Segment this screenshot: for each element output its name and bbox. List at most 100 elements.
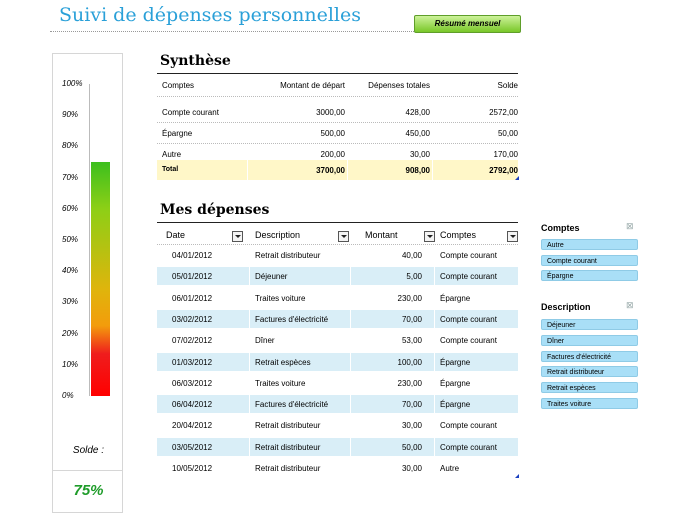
column-separator	[434, 395, 435, 414]
filter-dropdown-button[interactable]	[338, 231, 349, 242]
expense-cell: 30,00	[401, 464, 422, 473]
clear-filter-icon[interactable]: ⊠	[626, 300, 634, 311]
gauge-track	[91, 84, 110, 396]
comptes-slicer-title: Comptes	[541, 223, 580, 233]
monthly-summary-button[interactable]: Résumé mensuel	[414, 15, 521, 33]
summary-cell: 500,00	[320, 129, 345, 138]
expense-cell: Dîner	[255, 336, 275, 346]
column-separator	[249, 309, 250, 328]
summary-total-cell: 908,00	[405, 166, 430, 175]
filter-dropdown-button[interactable]	[232, 231, 243, 242]
filter-dropdown-button[interactable]	[424, 231, 435, 242]
summary-cell: 2572,00	[489, 108, 518, 117]
expense-cell: 30,00	[401, 421, 422, 431]
expense-cell: 70,00	[401, 314, 422, 324]
expense-cell: 70,00	[401, 400, 422, 410]
summary-cell: 50,00	[497, 129, 518, 138]
table-resize-handle[interactable]	[515, 176, 519, 180]
expense-cell: 230,00	[397, 293, 422, 303]
expenses-column-header: Montant	[365, 230, 398, 240]
expense-cell: 06/04/2012	[172, 400, 213, 410]
slicer-item-description[interactable]: Retrait distributeur	[541, 366, 638, 378]
slicer-item-compte[interactable]: Autre	[541, 239, 638, 250]
table-resize-handle[interactable]	[515, 474, 519, 478]
expenses-title: Mes dépenses	[160, 202, 270, 218]
expenses-title-rule	[157, 222, 518, 223]
expense-cell: 10/05/2012	[172, 464, 213, 473]
expense-cell: 53,00	[401, 336, 422, 346]
expense-cell: Retrait distributeur	[255, 251, 321, 260]
summary-total-cell: 2792,00	[489, 166, 518, 175]
gauge-tick-label: 10%	[62, 359, 79, 369]
gauge-tick-label: 100%	[62, 79, 83, 88]
summary-title: Synthèse	[160, 53, 231, 69]
header-divider	[157, 96, 518, 97]
balance-percent: 75%	[73, 482, 104, 499]
column-separator	[350, 352, 351, 371]
clear-filter-icon[interactable]: ⊠	[626, 221, 634, 232]
gauge-tick-label: 30%	[62, 297, 79, 307]
column-separator	[347, 160, 348, 180]
slicer-item-description[interactable]: Déjeuner	[541, 319, 638, 330]
expense-cell: 05/01/2012	[172, 272, 213, 282]
filter-dropdown-button[interactable]	[507, 231, 518, 242]
expense-cell: Compte courant	[440, 442, 497, 452]
expense-cell: Épargne	[440, 400, 471, 410]
expense-cell: 04/01/2012	[172, 251, 213, 260]
gauge-axis	[89, 84, 90, 396]
column-separator	[249, 352, 250, 371]
page-title: Suivi de dépenses personnelles	[59, 4, 362, 26]
expense-cell: 50,00	[401, 442, 422, 452]
column-separator	[434, 267, 435, 286]
balance-label: Solde :	[72, 445, 105, 456]
expense-cell: 07/02/2012	[172, 336, 213, 346]
header-divider	[157, 244, 518, 245]
column-separator	[350, 437, 351, 456]
slicer-item-description[interactable]: Traites voiture	[541, 398, 638, 409]
summary-cell: 428,00	[405, 108, 430, 117]
gauge-fill-bar	[91, 162, 110, 396]
expenses-column-header: Date	[166, 230, 186, 240]
gauge-divider	[53, 470, 122, 471]
summary-cell: Autre	[162, 150, 182, 159]
column-separator	[432, 160, 433, 180]
expenses-column-header: Description	[255, 230, 301, 240]
column-separator	[247, 160, 248, 180]
summary-cell: Compte courant	[162, 108, 219, 117]
summary-cell: 30,00	[409, 150, 430, 159]
column-separator	[350, 395, 351, 414]
summary-cell: 450,00	[405, 129, 430, 138]
expenses-column-header: Comptes	[440, 230, 477, 240]
slicer-item-compte[interactable]: Épargne	[541, 270, 638, 281]
summary-cell: Épargne	[162, 129, 193, 138]
column-separator	[249, 267, 250, 286]
expense-cell: 03/05/2012	[172, 442, 213, 452]
slicer-item-description[interactable]: Factures d'électricité	[541, 350, 638, 362]
expense-cell: Traites voiture	[255, 378, 306, 388]
column-separator	[249, 437, 250, 456]
expense-cell: Épargne	[440, 293, 471, 303]
description-slicer-title: Description	[541, 302, 591, 312]
gauge-tick-label: 0%	[62, 391, 74, 400]
column-separator	[350, 309, 351, 328]
summary-cell: 200,00	[320, 150, 345, 159]
summary-total-cell: 3700,00	[316, 166, 345, 175]
expense-cell: Épargne	[440, 378, 471, 388]
expense-cell: 100,00	[397, 357, 422, 367]
gauge-tick-label: 60%	[62, 203, 79, 213]
expense-cell: Factures d'électricité	[255, 400, 329, 410]
expense-cell: 230,00	[397, 378, 422, 388]
expense-cell: Compte courant	[440, 314, 497, 324]
summary-column-header: Solde	[497, 81, 518, 90]
slicer-item-compte[interactable]: Compte courant	[541, 254, 638, 266]
expense-cell: Factures d'électricité	[255, 314, 329, 324]
summary-total-cell: Total	[162, 166, 179, 173]
slicer-item-description[interactable]: Retrait espèces	[541, 382, 638, 394]
expense-cell: Déjeuner	[255, 272, 288, 282]
expense-cell: Compte courant	[440, 251, 497, 260]
summary-column-header: Comptes	[162, 81, 195, 90]
gauge-tick-label: 20%	[62, 328, 79, 338]
expense-cell: Autre	[440, 464, 460, 473]
column-separator	[350, 267, 351, 286]
slicer-item-description[interactable]: Dîner	[541, 334, 638, 346]
